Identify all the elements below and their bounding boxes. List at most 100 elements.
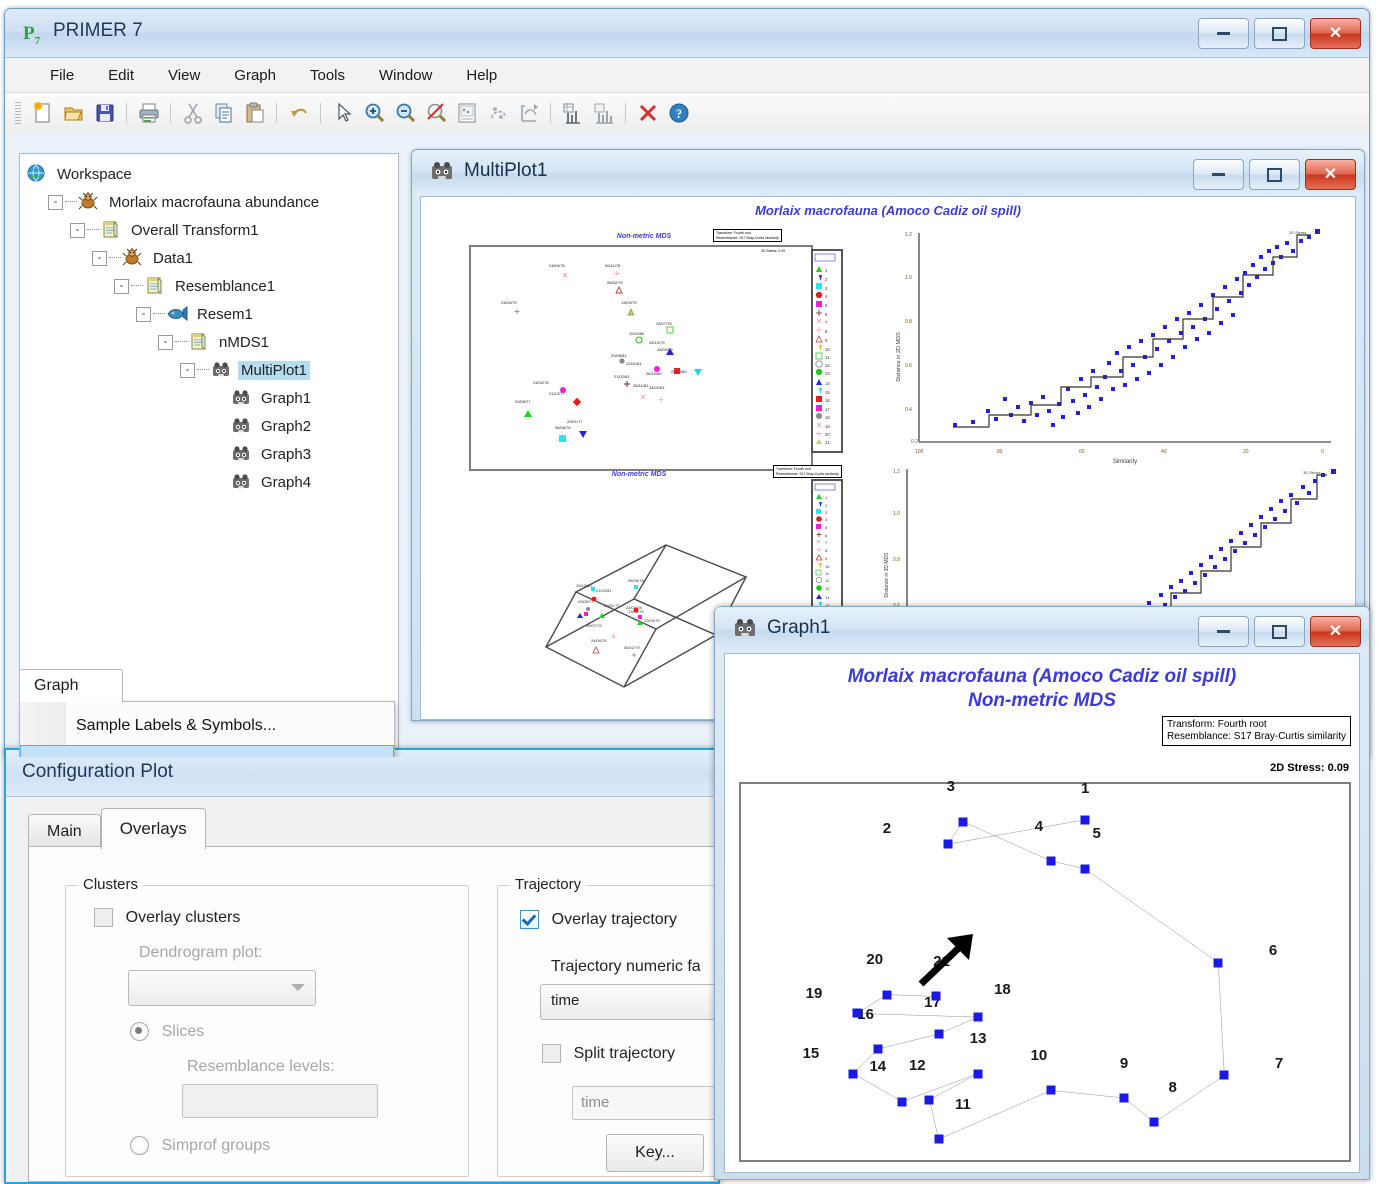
tree-item-nmds1[interactable]: - nMDS1 — [26, 328, 398, 356]
graph1-canvas[interactable]: Morlaix macrofauna (Amoco Cadiz oil spil… — [724, 653, 1360, 1173]
rescale-icon[interactable] — [513, 98, 544, 128]
zoom-out-icon[interactable] — [389, 98, 420, 128]
resemblance-levels-input[interactable] — [182, 1084, 378, 1118]
tree-item-morlaix-macrofauna-abundance[interactable]: - Morlaix macrofauna abundance — [26, 188, 398, 216]
maximize-button[interactable] — [1254, 18, 1305, 49]
svg-text:1.2: 1.2 — [905, 232, 912, 238]
menu-view[interactable]: View — [151, 62, 217, 89]
dendrogram-plot-combo[interactable] — [128, 970, 316, 1006]
graph-icon — [731, 616, 759, 642]
split-trajectory-row[interactable]: Split trajectory — [542, 1044, 675, 1063]
open-folder-icon[interactable] — [58, 98, 89, 128]
tree-item-overall-transform1[interactable]: - Overall Transform1 — [26, 216, 398, 244]
tree-expander[interactable]: - — [136, 306, 151, 322]
menu-graph[interactable]: Graph — [217, 62, 293, 89]
multiplot-minimize-button[interactable] — [1193, 159, 1244, 190]
fish-icon — [166, 304, 188, 324]
graph1-plot-area[interactable]: 123456789101112131415161718192021 — [739, 778, 1351, 1162]
overlay-clusters-row[interactable]: Overlay clusters — [94, 908, 240, 927]
svg-text:100: 100 — [915, 449, 924, 455]
menu-item-sample-labels-symbols[interactable]: Sample Labels & Symbols... — [20, 707, 394, 745]
overlay-trajectory-row[interactable]: Overlay trajectory — [520, 910, 677, 929]
tree-item-multiplot1[interactable]: - MultiPlot1 — [26, 356, 398, 384]
tab-overlays[interactable]: Overlays — [100, 808, 206, 849]
key-button[interactable]: Key... — [606, 1134, 704, 1172]
split-trajectory-factor-input[interactable]: time — [572, 1086, 718, 1120]
help-icon[interactable]: ? — [663, 98, 694, 128]
menu-item-special[interactable]: Special... — [20, 745, 394, 757]
multiplot-close-button[interactable]: ✕ — [1305, 159, 1356, 190]
svg-text:0.4: 0.4 — [905, 407, 912, 413]
overlay-clusters-checkbox[interactable] — [94, 908, 113, 927]
slices-radio[interactable] — [130, 1022, 149, 1041]
graph1-close-button[interactable]: ✕ — [1310, 616, 1361, 647]
graph1-window[interactable]: Graph1 ✕ Morlaix macrofauna (Amoco Cadiz… — [714, 606, 1370, 1180]
notepad-icon — [144, 276, 166, 296]
tree-item-graph4[interactable]: Graph4 — [26, 468, 398, 496]
tree-item-resem1[interactable]: - Resem1 — [26, 300, 398, 328]
multiplot-titlebar: MultiPlot1 ✕ — [412, 150, 1364, 196]
graph1-stress-label: 2D Stress: 0.09 — [1270, 762, 1349, 774]
tree-expander[interactable]: - — [158, 334, 173, 350]
graph1-maximize-button[interactable] — [1254, 616, 1305, 647]
copy-icon[interactable] — [208, 98, 239, 128]
simprof-groups-row[interactable]: Simprof groups — [130, 1136, 270, 1155]
mini-mds-points: 24/04/78 06/11/78 06/02/79 23/04/79 13/03/… — [501, 263, 702, 442]
graph1-minimize-button[interactable] — [1198, 616, 1249, 647]
slices-row[interactable]: Slices — [130, 1022, 204, 1041]
cut-icon[interactable] — [177, 98, 208, 128]
trajectory-group: Trajectory Overlay trajectory Trajectory… — [497, 876, 718, 1177]
tree-item-resemblance1[interactable]: - Resemblance1 — [26, 272, 398, 300]
split-trajectory-checkbox[interactable] — [542, 1044, 561, 1063]
svg-text:20/01/77: 20/01/77 — [567, 419, 583, 424]
multiplot-maximize-button[interactable] — [1249, 159, 1300, 190]
menu-window[interactable]: Window — [362, 62, 449, 89]
svg-text:?: ? — [675, 106, 682, 121]
print-icon[interactable] — [133, 98, 164, 128]
data-chart-icon[interactable] — [588, 98, 619, 128]
svg-text:15: 15 — [825, 390, 830, 395]
trajectory-numeric-factor-combo[interactable]: time — [540, 984, 718, 1020]
tree-item-graph3[interactable]: Graph3 — [26, 440, 398, 468]
undo-icon[interactable] — [283, 98, 314, 128]
graph-menu-body: Sample Labels & Symbols... Special... Ge… — [19, 701, 395, 757]
tree-item-label: MultiPlot1 — [238, 360, 310, 380]
svg-text:Distance in 2D MDS: Distance in 2D MDS — [896, 332, 902, 382]
svg-text:13/03/79: 13/03/79 — [621, 300, 637, 305]
tab-main[interactable]: Main — [28, 814, 101, 849]
select-region-icon[interactable] — [451, 98, 482, 128]
mds3d-symbol-key: 1 2 3 4 5 6 7 8 9 10 11 12 13 14 — [811, 479, 843, 615]
menu-help[interactable]: Help — [449, 62, 514, 89]
menu-file[interactable]: File — [33, 62, 91, 89]
zoom-reset-icon[interactable] — [420, 98, 451, 128]
tree-expander[interactable]: - — [92, 250, 107, 266]
tree-expander[interactable]: - — [180, 362, 195, 378]
new-document-icon[interactable] — [27, 98, 58, 128]
graph-menu-tab[interactable]: Graph — [19, 669, 123, 702]
minimize-button[interactable] — [1198, 18, 1249, 49]
simprof-groups-radio[interactable] — [130, 1136, 149, 1155]
zoom-in-icon[interactable] — [358, 98, 389, 128]
menu-tools[interactable]: Tools — [293, 62, 362, 89]
graph-context-menu[interactable]: Graph Sample Labels & Symbols... Special… — [19, 669, 395, 757]
menu-edit[interactable]: Edit — [91, 62, 151, 89]
close-button[interactable]: ✕ — [1310, 18, 1361, 49]
data-table-icon[interactable] — [557, 98, 588, 128]
tree-expander[interactable]: - — [48, 194, 63, 210]
tree-item-workspace[interactable]: Workspace — [26, 160, 398, 188]
paste-icon[interactable] — [239, 98, 270, 128]
delete-icon[interactable] — [632, 98, 663, 128]
tree-expander[interactable]: - — [114, 278, 129, 294]
workspace-explorer[interactable]: Workspace - Morlaix macrofauna abundance - O… — [19, 153, 399, 757]
save-icon[interactable] — [89, 98, 120, 128]
tree-item-data1[interactable]: - Data1 — [26, 244, 398, 272]
rotate-icon[interactable] — [482, 98, 513, 128]
tree-expander[interactable]: - — [70, 222, 85, 238]
dendrogram-plot-value — [129, 971, 315, 978]
toolbar-grip[interactable] — [15, 102, 21, 124]
tree-item-graph2[interactable]: Graph2 — [26, 412, 398, 440]
overlay-trajectory-checkbox[interactable] — [520, 910, 539, 929]
configuration-plot-dialog[interactable]: Configuration Plot Main Overlays Cluster… — [4, 748, 720, 1184]
pointer-icon[interactable] — [327, 98, 358, 128]
tree-item-graph1[interactable]: Graph1 — [26, 384, 398, 412]
